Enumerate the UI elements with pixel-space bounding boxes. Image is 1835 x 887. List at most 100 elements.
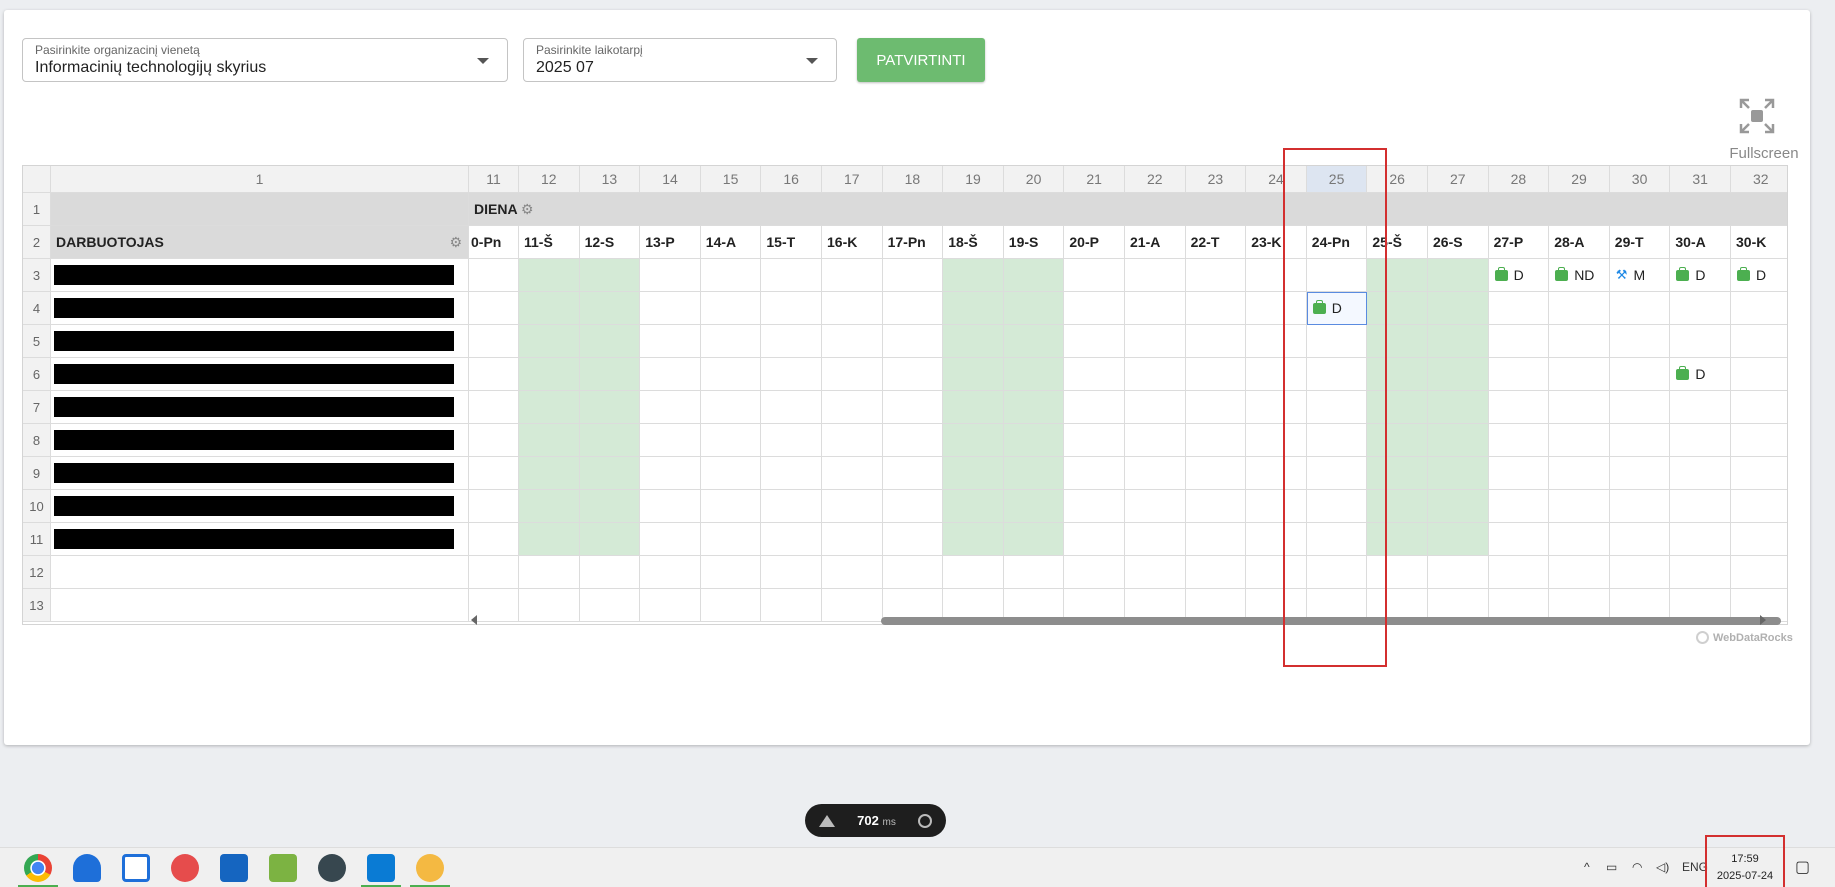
column-header[interactable]: 17: [822, 166, 883, 193]
row-number[interactable]: 12: [23, 556, 51, 589]
onedrive-icon[interactable]: [73, 854, 101, 882]
day-header[interactable]: 17-Pn: [882, 226, 944, 259]
schedule-cell[interactable]: [579, 325, 641, 358]
column-header[interactable]: 15: [700, 166, 762, 193]
schedule-cell[interactable]: [822, 424, 883, 457]
schedule-cell[interactable]: [469, 424, 519, 457]
schedule-cell[interactable]: [1731, 358, 1787, 391]
schedule-cell[interactable]: [1428, 424, 1489, 457]
notifications-icon[interactable]: ▢: [1795, 857, 1810, 877]
column-header[interactable]: 14: [640, 166, 701, 193]
schedule-cell[interactable]: [1064, 325, 1125, 358]
day-header[interactable]: 14-A: [700, 226, 762, 259]
row-number[interactable]: 11: [23, 523, 51, 556]
schedule-cell[interactable]: [700, 523, 762, 556]
schedule-cell[interactable]: [1428, 391, 1489, 424]
employee-name-cell[interactable]: [51, 457, 469, 490]
column-header[interactable]: 21: [1064, 166, 1125, 193]
row-number[interactable]: 6: [23, 358, 51, 391]
schedule-cell[interactable]: [700, 391, 762, 424]
schedule-cell[interactable]: [1549, 424, 1610, 457]
schedule-cell[interactable]: [1488, 325, 1550, 358]
schedule-cell[interactable]: [700, 259, 762, 292]
schedule-cell[interactable]: [761, 292, 822, 325]
schedule-cell[interactable]: [943, 523, 1004, 556]
schedule-cell[interactable]: [822, 556, 883, 589]
schedule-cell[interactable]: [822, 457, 883, 490]
schedule-cell[interactable]: [943, 490, 1004, 523]
schedule-cell[interactable]: [1185, 391, 1247, 424]
schedule-cell[interactable]: [822, 523, 883, 556]
notepad-icon[interactable]: [269, 854, 297, 882]
column-header[interactable]: 1: [51, 166, 469, 193]
schedule-entry[interactable]: ⚒ M: [1609, 259, 1671, 292]
schedule-cell[interactable]: [1185, 292, 1247, 325]
schedule-cell[interactable]: [882, 292, 944, 325]
schedule-cell[interactable]: [1064, 259, 1125, 292]
schedule-cell[interactable]: [1731, 556, 1787, 589]
schedule-cell[interactable]: [1185, 325, 1247, 358]
schedule-cell[interactable]: [1670, 523, 1731, 556]
schedule-cell[interactable]: [1428, 292, 1489, 325]
day-header[interactable]: 18-Š: [943, 226, 1004, 259]
day-header[interactable]: 11-Š: [519, 226, 580, 259]
day-header[interactable]: 19-S: [1003, 226, 1065, 259]
schedule-cell[interactable]: [469, 325, 519, 358]
schedule-cell[interactable]: [1064, 391, 1125, 424]
schedule-cell[interactable]: [640, 391, 701, 424]
column-header[interactable]: 20: [1003, 166, 1065, 193]
schedule-cell[interactable]: [882, 523, 944, 556]
employee-name-cell[interactable]: [51, 424, 469, 457]
schedule-cell[interactable]: [1731, 523, 1787, 556]
network-icon[interactable]: [318, 854, 346, 882]
schedule-cell[interactable]: [1003, 424, 1065, 457]
schedule-cell[interactable]: [700, 457, 762, 490]
day-header[interactable]: 26-S: [1428, 226, 1489, 259]
column-header[interactable]: 11: [469, 166, 519, 193]
schedule-cell[interactable]: [579, 358, 641, 391]
schedule-cell[interactable]: [1003, 556, 1065, 589]
schedule-cell[interactable]: [1125, 556, 1186, 589]
schedule-cell[interactable]: [761, 457, 822, 490]
gear-icon[interactable]: ⚙: [449, 226, 462, 258]
row-number[interactable]: 9: [23, 457, 51, 490]
schedule-cell[interactable]: [1185, 556, 1247, 589]
schedule-cell[interactable]: [761, 358, 822, 391]
schedule-cell[interactable]: [943, 325, 1004, 358]
schedule-cell[interactable]: [943, 457, 1004, 490]
day-header[interactable]: 22-T: [1185, 226, 1247, 259]
schedule-cell[interactable]: [700, 358, 762, 391]
schedule-cell[interactable]: [1064, 556, 1125, 589]
schedule-cell[interactable]: [1064, 457, 1125, 490]
schedule-cell[interactable]: [1064, 358, 1125, 391]
schedule-cell[interactable]: [1731, 325, 1787, 358]
schedule-cell[interactable]: [640, 325, 701, 358]
schedule-cell[interactable]: [1428, 490, 1489, 523]
schedule-cell[interactable]: [1125, 523, 1186, 556]
schedule-cell[interactable]: [822, 391, 883, 424]
schedule-cell[interactable]: [822, 292, 883, 325]
schedule-cell[interactable]: [519, 325, 580, 358]
schedule-cell[interactable]: [1003, 391, 1065, 424]
schedule-cell[interactable]: [822, 259, 883, 292]
scroll-left-icon[interactable]: [471, 615, 477, 625]
schedule-cell[interactable]: [1609, 292, 1671, 325]
paint-icon[interactable]: [416, 854, 444, 882]
schedule-cell[interactable]: [579, 490, 641, 523]
day-header[interactable]: 15-T: [761, 226, 822, 259]
security-icon[interactable]: [122, 854, 150, 882]
day-header[interactable]: 30-K: [1731, 226, 1787, 259]
schedule-cell[interactable]: [1670, 391, 1731, 424]
schedule-cell[interactable]: [640, 424, 701, 457]
schedule-cell[interactable]: [700, 556, 762, 589]
schedule-cell[interactable]: [1488, 523, 1550, 556]
schedule-cell[interactable]: [579, 556, 641, 589]
battery-icon[interactable]: ▭: [1606, 860, 1617, 874]
app-icon[interactable]: [171, 854, 199, 882]
schedule-cell[interactable]: [1609, 523, 1671, 556]
schedule-cell[interactable]: [1125, 457, 1186, 490]
schedule-cell[interactable]: [1185, 424, 1247, 457]
schedule-cell[interactable]: [761, 424, 822, 457]
schedule-cell[interactable]: [1125, 490, 1186, 523]
schedule-cell[interactable]: [1185, 457, 1247, 490]
